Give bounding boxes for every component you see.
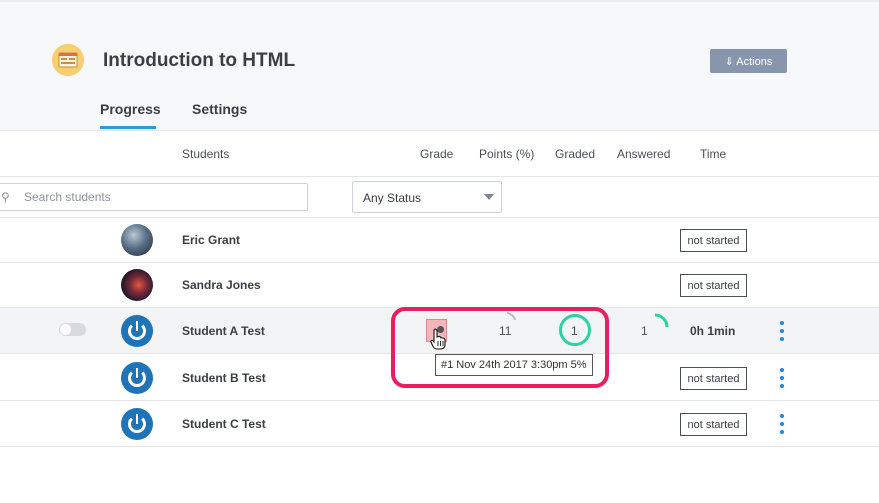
- points-value: 11: [499, 324, 512, 338]
- status-filter-value: Any Status: [363, 191, 422, 205]
- header-divider: [0, 176, 879, 177]
- page: Introduction to HTML ⇓ Actions Progress …: [0, 0, 879, 503]
- column-header-students[interactable]: Students: [182, 147, 229, 161]
- graded-value: 1: [571, 324, 578, 338]
- power-icon-bar: [135, 413, 139, 425]
- tab-progress[interactable]: Progress: [100, 101, 161, 117]
- student-name[interactable]: Student B Test: [182, 371, 266, 385]
- avatar: [121, 408, 153, 440]
- row-toggle[interactable]: [59, 323, 86, 336]
- column-header-answered[interactable]: Answered: [617, 147, 670, 161]
- points-progress-arc: [506, 312, 516, 321]
- status-badge: not started: [680, 367, 747, 390]
- status-filter-select[interactable]: Any Status: [352, 181, 502, 213]
- course-icon: [52, 44, 84, 76]
- active-tab-indicator: [100, 126, 156, 129]
- course-title: Introduction to HTML: [103, 50, 296, 71]
- tab-settings[interactable]: Settings: [192, 101, 247, 117]
- column-header-points[interactable]: Points (%): [479, 147, 534, 161]
- status-badge: not started: [680, 413, 747, 436]
- column-header-grade[interactable]: Grade: [420, 147, 453, 161]
- column-header-time[interactable]: Time: [700, 147, 726, 161]
- student-name[interactable]: Eric Grant: [182, 233, 240, 247]
- search-box: ⚲: [0, 183, 308, 211]
- student-name[interactable]: Student C Test: [182, 417, 266, 431]
- avatar: [121, 224, 153, 256]
- student-name[interactable]: Sandra Jones: [182, 278, 261, 292]
- student-name[interactable]: Student A Test: [182, 324, 265, 338]
- chevron-down-icon: [484, 194, 494, 200]
- power-icon-bar: [135, 320, 139, 332]
- row-menu-icon[interactable]: [779, 321, 785, 341]
- avatar: [121, 269, 153, 301]
- grade-tooltip: #1 Nov 24th 2017 3:30pm 5%: [435, 354, 593, 376]
- search-input[interactable]: [24, 184, 294, 210]
- top-shadow: [0, 0, 879, 4]
- row-menu-icon[interactable]: [779, 414, 785, 434]
- status-badge: not started: [680, 274, 747, 297]
- search-icon: ⚲: [1, 190, 10, 204]
- answered-value: 1: [641, 324, 648, 338]
- power-icon-bar: [135, 367, 139, 379]
- status-badge: not started: [680, 229, 747, 252]
- time-value: 0h 1min: [690, 324, 736, 338]
- hand-cursor-icon: [430, 328, 446, 355]
- avatar: [121, 362, 153, 394]
- column-header-graded[interactable]: Graded: [555, 147, 595, 161]
- toggle-knob: [60, 324, 71, 335]
- actions-button[interactable]: ⇓ Actions: [710, 49, 787, 73]
- row-menu-icon[interactable]: [779, 368, 785, 388]
- avatar: [121, 315, 153, 347]
